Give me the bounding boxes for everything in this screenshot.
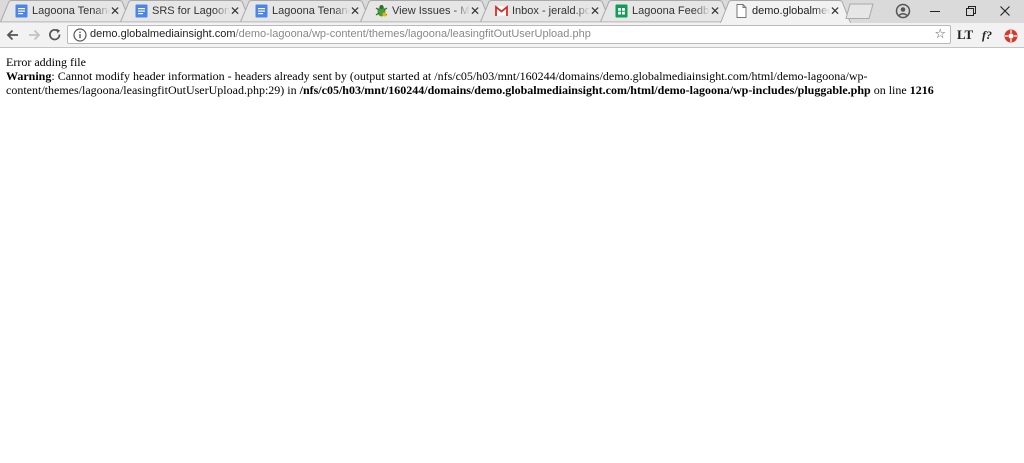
tab-title: Lagoona Tenancy F <box>272 5 350 17</box>
tab-title: demo.globalmedia <box>752 5 830 17</box>
tab-strip: Lagoona Tenancy F ✕ SRS for Lagoona M ✕ … <box>0 0 1024 23</box>
minimize-icon[interactable] <box>915 0 955 22</box>
new-tab-button[interactable] <box>845 3 875 19</box>
languagetool-extension-icon[interactable]: LT <box>957 26 973 44</box>
page-content: Error adding file Warning: Cannot modify… <box>6 55 1016 97</box>
tab-lagoona-feedback[interactable]: Lagoona Feedback ✕ <box>600 0 731 22</box>
tab-close-icon[interactable]: ✕ <box>829 4 841 18</box>
info-icon[interactable] <box>73 28 87 42</box>
google-docs-icon <box>255 4 268 18</box>
google-docs-icon <box>135 4 148 18</box>
tab-title: Lagoona Feedback <box>632 5 710 17</box>
gmail-icon <box>495 5 508 16</box>
forward-arrow-icon[interactable] <box>25 26 43 44</box>
tab-view-issues-mantis[interactable]: View Issues - Mant ✕ <box>360 0 491 22</box>
function-extension-icon[interactable]: f? <box>982 26 992 44</box>
browser-toolbar: demo.globalmediainsight.com/demo-lagoona… <box>0 23 1024 48</box>
tab-gmail-inbox[interactable]: Inbox - jerald.poul ✕ <box>480 0 611 22</box>
back-arrow-icon[interactable] <box>4 26 22 44</box>
url-host: demo.globalmediainsight.com <box>90 28 236 40</box>
mantis-bug-icon <box>375 5 388 17</box>
tab-lagoona-tenancy-1[interactable]: Lagoona Tenancy F ✕ <box>0 0 131 22</box>
tab-title: SRS for Lagoona M <box>152 5 230 17</box>
on-line-text: on line <box>870 83 910 97</box>
page-icon <box>736 4 747 18</box>
url-path: /demo-lagoona/wp-content/themes/lagoona/… <box>235 28 591 40</box>
bookmark-star-icon[interactable]: ☆ <box>934 26 946 43</box>
tab-title: Inbox - jerald.poul <box>512 5 590 17</box>
tab-demo-globalmediainsight[interactable]: demo.globalmedia ✕ <box>720 0 851 23</box>
reload-icon[interactable] <box>46 26 64 44</box>
google-sheets-icon <box>615 4 628 18</box>
address-bar[interactable]: demo.globalmediainsight.com/demo-lagoona… <box>67 25 951 44</box>
restore-icon[interactable] <box>950 0 990 22</box>
extension-badge-icon[interactable] <box>1004 27 1018 45</box>
tab-title: Lagoona Tenancy F <box>32 5 110 17</box>
close-window-icon[interactable] <box>985 0 1024 22</box>
google-docs-icon <box>15 4 28 18</box>
tab-lagoona-tenancy-2[interactable]: Lagoona Tenancy F ✕ <box>240 0 371 22</box>
error-message: Error adding file <box>6 55 86 69</box>
tab-title: View Issues - Mant <box>392 5 470 17</box>
url-text[interactable]: demo.globalmediainsight.com/demo-lagoona… <box>90 26 591 43</box>
warning-file-path: /nfs/c05/h03/mnt/160244/domains/demo.glo… <box>299 83 871 97</box>
profile-icon[interactable] <box>894 2 912 20</box>
line-number: 1216 <box>909 83 934 97</box>
warning-label: Warning <box>6 69 52 83</box>
php-warning: Warning: Cannot modify header informatio… <box>6 69 1016 97</box>
tab-srs-for-lagoona[interactable]: SRS for Lagoona M ✕ <box>120 0 251 22</box>
